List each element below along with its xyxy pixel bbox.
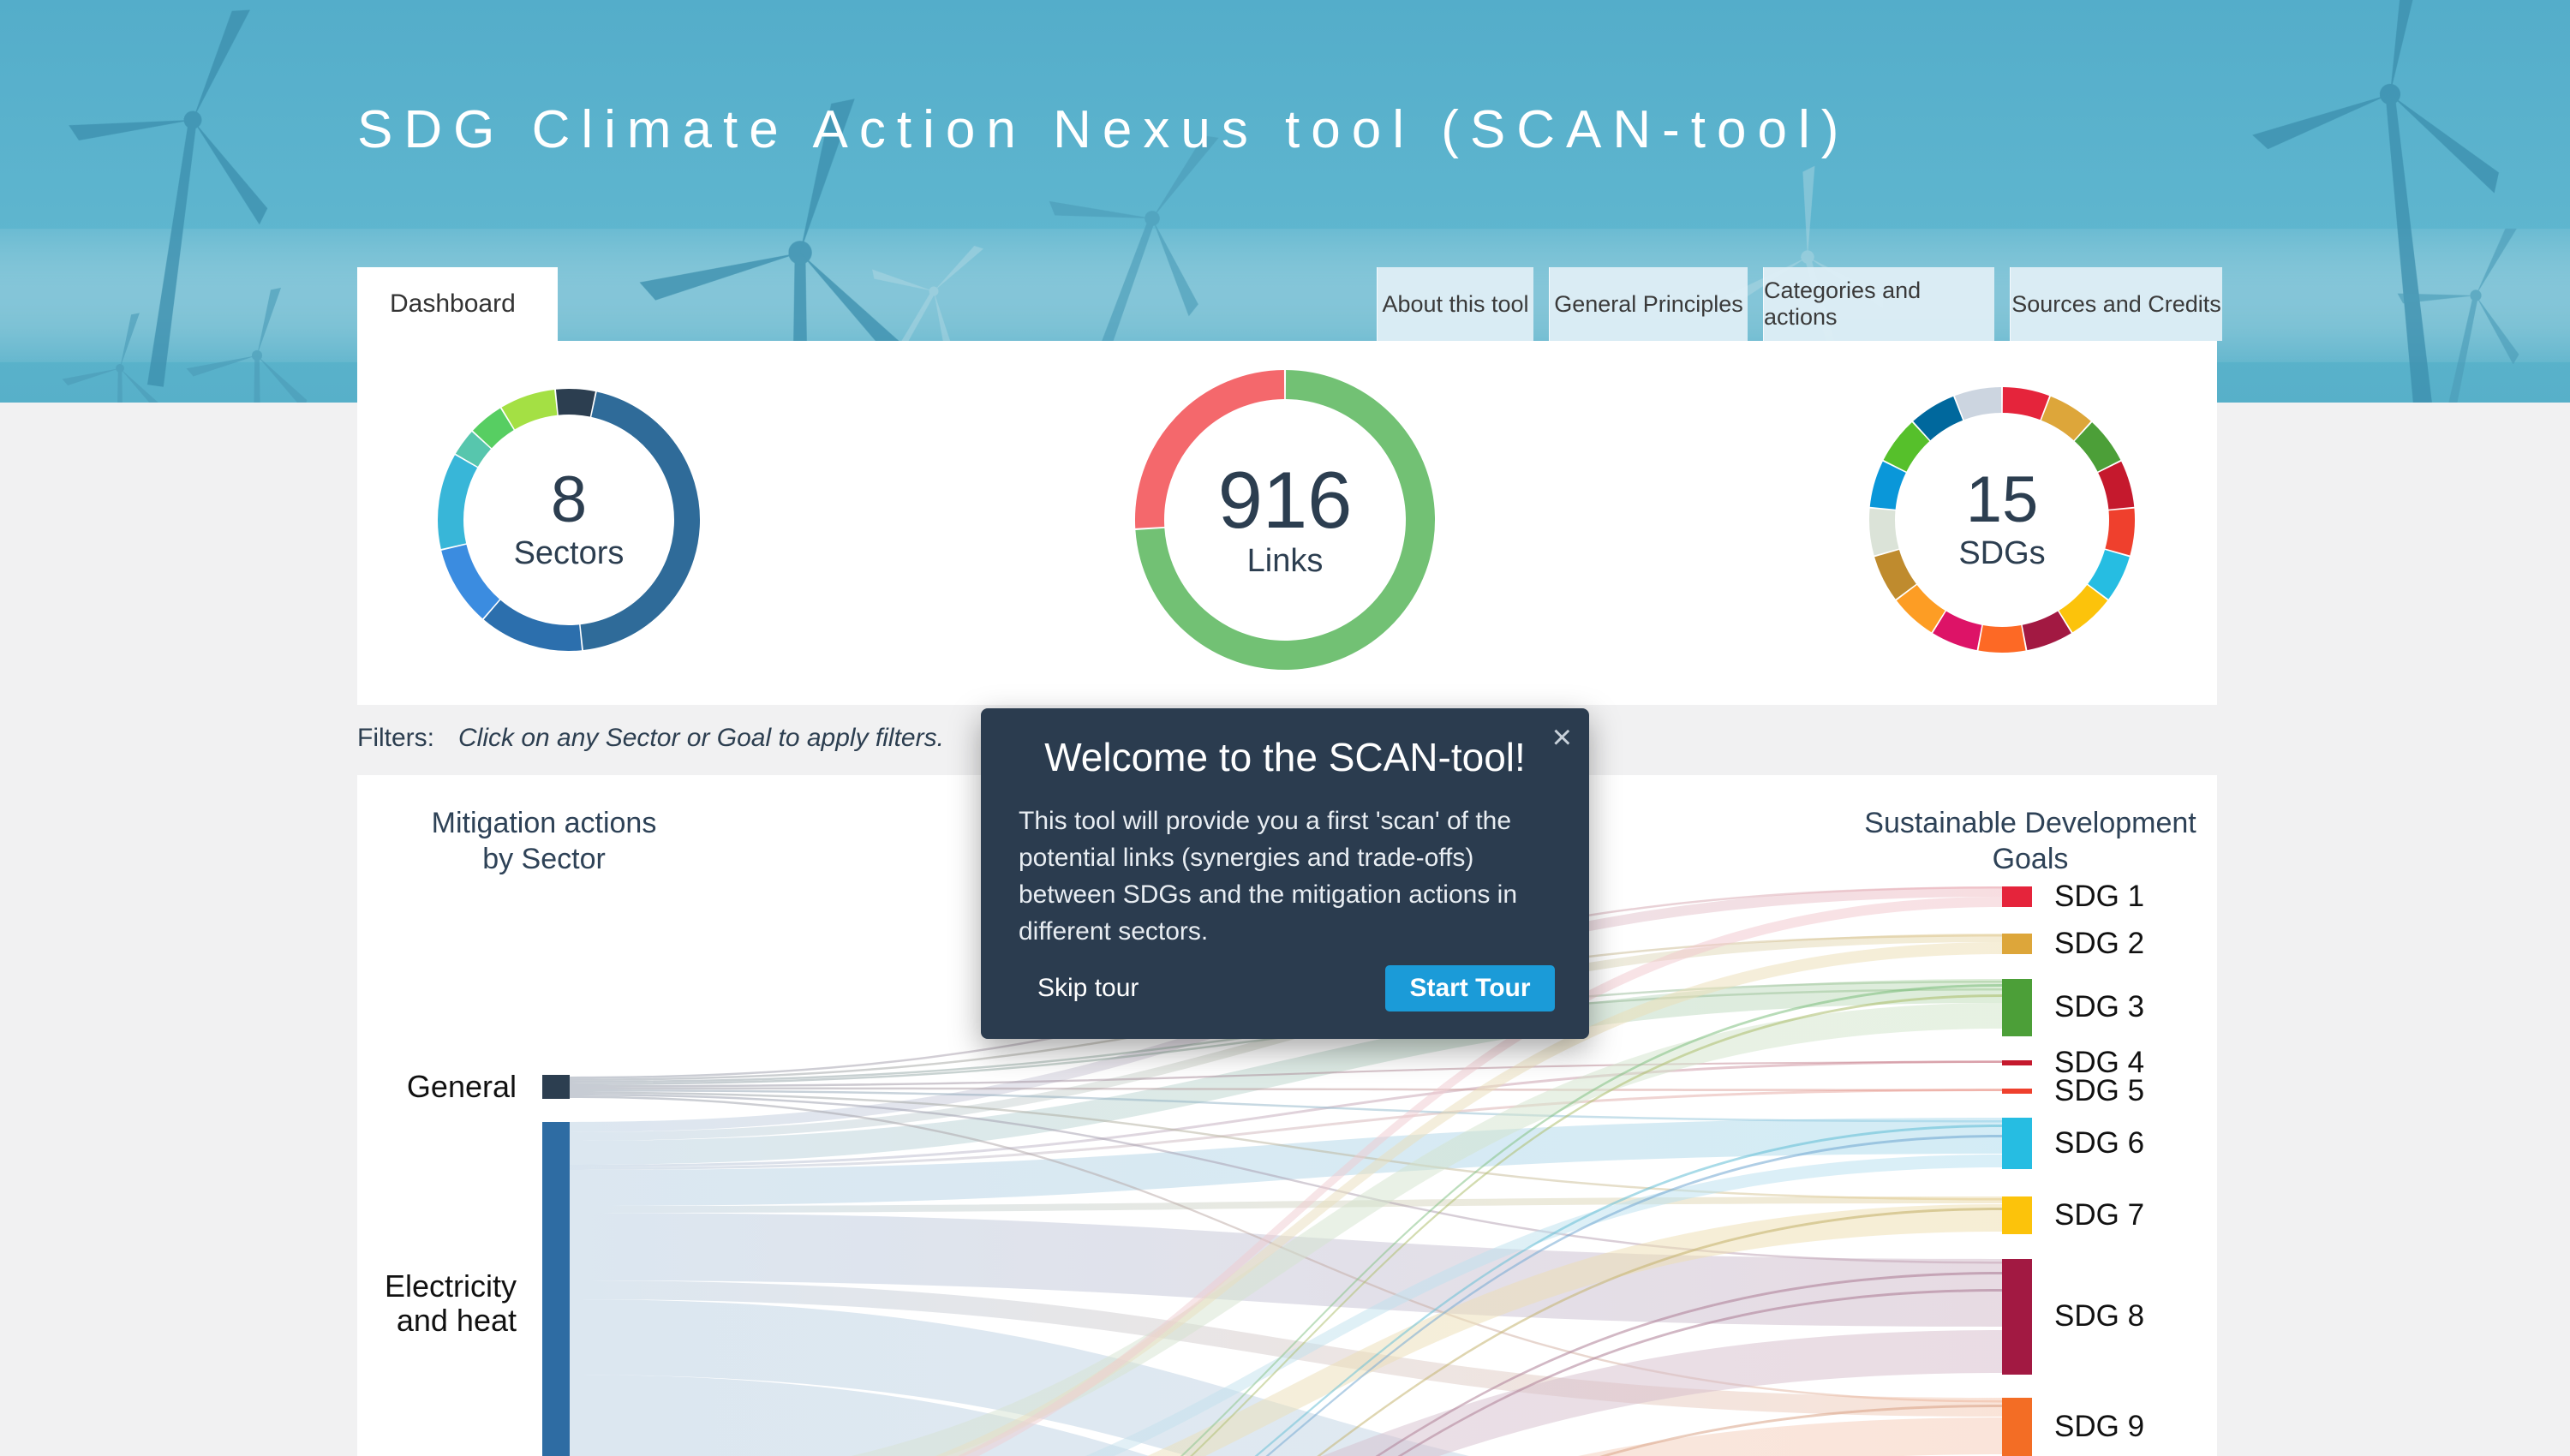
sdgs-donut-chart[interactable]: 15 SDGs [1848,366,2156,674]
close-icon[interactable]: × [1552,720,1572,755]
tab-sources-and-credits[interactable]: Sources and Credits [2010,267,2222,341]
welcome-modal: × Welcome to the SCAN-tool! This tool wi… [981,708,1589,1039]
sector-node-electricity-and-heat[interactable] [542,1122,570,1456]
tab-bar: About this tool General Principles Categ… [1377,267,2222,341]
sdg-node-sdg-6[interactable] [2002,1118,2032,1169]
sdg-node-sdg-4[interactable] [2002,1060,2032,1065]
tab-categories-and-actions[interactable]: Categories and actions [1763,267,1994,341]
start-tour-button[interactable]: Start Tour [1385,965,1555,1011]
sdg-node-sdg-7[interactable] [2002,1196,2032,1234]
sdg-node-sdg-3[interactable] [2002,979,2032,1036]
sdg-label-1[interactable]: SDG 1 [2054,879,2243,915]
links-donut-chart[interactable]: 916 Links [1131,366,1439,674]
sdg-label-2[interactable]: SDG 2 [2054,926,2243,962]
filters-hint: Click on any Sector or Goal to apply fil… [458,724,944,752]
sdg-label-3[interactable]: SDG 3 [2054,989,2243,1025]
sdg-node-sdg-9[interactable] [2002,1398,2032,1456]
tab-about-this-tool[interactable]: About this tool [1377,267,1533,341]
sankey-left-header: Mitigation actions by Sector [377,805,711,877]
sdg-node-sdg-8[interactable] [2002,1259,2032,1375]
filters-bar: Filters: Click on any Sector or Goal to a… [357,724,944,753]
sdg-label-7[interactable]: SDG 7 [2054,1197,2243,1233]
tab-dashboard[interactable]: Dashboard [357,267,558,341]
page-title: SDG Climate Action Nexus tool (SCAN-tool… [357,99,1850,160]
sector-node-general[interactable] [542,1075,570,1099]
sector-label-general[interactable]: General [343,1070,517,1104]
sdg-label-5[interactable]: SDG 5 [2054,1073,2243,1109]
skip-tour-link[interactable]: Skip tour [1037,974,1139,1003]
sdg-label-6[interactable]: SDG 6 [2054,1125,2243,1161]
sdg-node-sdg-2[interactable] [2002,934,2032,954]
modal-title: Welcome to the SCAN-tool! [981,734,1589,780]
sankey-right-header: Sustainable Development Goals [1850,805,2210,877]
modal-body: This tool will provide you a first 'scan… [1019,803,1551,950]
sdg-label-9[interactable]: SDG 9 [2054,1409,2243,1445]
sdg-node-sdg-5[interactable] [2002,1089,2032,1094]
sdg-label-8[interactable]: SDG 8 [2054,1298,2243,1334]
sectors-donut-chart[interactable]: 8 Sectors [415,366,723,674]
tab-general-principles[interactable]: General Principles [1549,267,1748,341]
filters-label: Filters: [357,724,434,752]
sector-label-electricity-and-heat[interactable]: Electricity and heat [308,1269,517,1338]
sdg-node-sdg-1[interactable] [2002,886,2032,907]
